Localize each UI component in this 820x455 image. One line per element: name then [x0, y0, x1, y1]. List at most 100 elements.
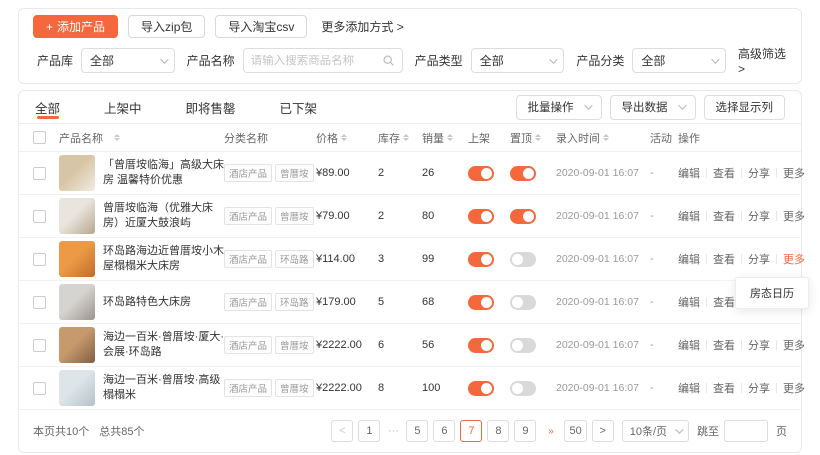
tab-listed[interactable]: 上架中: [104, 91, 142, 123]
view-link[interactable]: 查看: [713, 380, 735, 396]
page-button-50[interactable]: 50: [564, 420, 586, 442]
header-top[interactable]: 置顶: [510, 130, 532, 146]
row-checkbox[interactable]: [33, 382, 46, 395]
listed-toggle[interactable]: [468, 295, 494, 310]
import-zip-button[interactable]: 导入zip包: [128, 15, 205, 38]
top-toggle[interactable]: [510, 166, 536, 181]
header-entry-time[interactable]: 录入时间: [556, 130, 600, 146]
page-button-7-active[interactable]: 7: [460, 420, 482, 442]
top-toggle[interactable]: [510, 381, 536, 396]
product-thumbnail: [59, 198, 95, 234]
more-link[interactable]: 更多: [783, 251, 805, 267]
product-type-select[interactable]: 全部: [471, 48, 565, 73]
header-stock[interactable]: 库存: [378, 130, 400, 146]
row-checkbox[interactable]: [33, 339, 46, 352]
edit-link[interactable]: 编辑: [678, 294, 700, 310]
view-link[interactable]: 查看: [713, 208, 735, 224]
view-link[interactable]: 查看: [713, 165, 735, 181]
product-thumbnail: [59, 284, 95, 320]
activity-cell: -: [650, 253, 678, 265]
listed-toggle[interactable]: [468, 338, 494, 353]
table-row: 「曾厝垵临海」高级大床房 温馨特价优惠 酒店产品 曾厝垵 ¥89.00 2 26…: [19, 152, 801, 195]
top-toggle[interactable]: [510, 295, 536, 310]
product-library-select[interactable]: 全部: [81, 48, 175, 73]
row-checkbox[interactable]: [33, 253, 46, 266]
page-button-9[interactable]: 9: [514, 420, 536, 442]
share-link[interactable]: 分享: [748, 380, 770, 396]
product-thumbnail: [59, 241, 95, 277]
edit-link[interactable]: 编辑: [678, 251, 700, 267]
listed-toggle[interactable]: [468, 166, 494, 181]
listed-toggle[interactable]: [468, 381, 494, 396]
tab-all[interactable]: 全部: [35, 91, 60, 123]
next-page-button[interactable]: >: [592, 420, 614, 442]
top-toggle[interactable]: [510, 209, 536, 224]
row-checkbox[interactable]: [33, 296, 46, 309]
share-link[interactable]: 分享: [748, 165, 770, 181]
category-tag: 曾厝垵: [275, 164, 314, 182]
view-link[interactable]: 查看: [713, 251, 735, 267]
tab-delisted[interactable]: 已下架: [280, 91, 318, 123]
row-checkbox[interactable]: [33, 167, 46, 180]
sales-cell: 80: [422, 210, 468, 222]
view-link[interactable]: 查看: [713, 294, 735, 310]
import-taobao-csv-button[interactable]: 导入淘宝csv: [215, 15, 307, 38]
page-size-value: 10条/页: [630, 423, 667, 439]
room-calendar-menu-item[interactable]: 房态日历: [750, 288, 794, 300]
listed-toggle[interactable]: [468, 209, 494, 224]
page-button-6[interactable]: 6: [433, 420, 455, 442]
row-checkbox[interactable]: [33, 210, 46, 223]
sort-icon[interactable]: [603, 134, 609, 142]
table-row: 海边一百米·曾厝垵·厦大·会展·环岛路 酒店产品 曾厝垵 ¥2222.00 6 …: [19, 324, 801, 367]
product-category-label: 产品分类: [576, 52, 624, 69]
choose-columns-button[interactable]: 选择显示列: [704, 95, 786, 120]
edit-link[interactable]: 编辑: [678, 208, 700, 224]
page-size-select[interactable]: 10条/页: [622, 420, 689, 442]
export-data-button[interactable]: 导出数据: [610, 95, 696, 120]
prev-page-button[interactable]: <: [331, 420, 353, 442]
advanced-filter-link[interactable]: 高级筛选 >: [738, 45, 787, 76]
stock-cell: 3: [378, 253, 422, 265]
top-toggle[interactable]: [510, 252, 536, 267]
edit-link[interactable]: 编辑: [678, 380, 700, 396]
more-link[interactable]: 更多: [783, 208, 805, 224]
product-name: 海边一百米·曾厝垵·厦大·会展·环岛路: [103, 330, 224, 360]
header-product-name[interactable]: 产品名称: [59, 130, 103, 146]
share-link[interactable]: 分享: [748, 251, 770, 267]
header-sales[interactable]: 销量: [422, 130, 444, 146]
sort-icon[interactable]: [114, 134, 120, 142]
sort-icon[interactable]: [403, 134, 409, 142]
more-link[interactable]: 更多: [783, 337, 805, 353]
product-list-card: 全部 上架中 即将售罄 已下架 批量操作 导出数据 选择显示列 产品名称 分类名…: [18, 90, 802, 453]
ellipsis[interactable]: ···: [385, 425, 401, 437]
more-link[interactable]: 更多: [783, 380, 805, 396]
page-button-8[interactable]: 8: [487, 420, 509, 442]
search-icon[interactable]: [382, 54, 395, 67]
share-link[interactable]: 分享: [748, 208, 770, 224]
sort-icon[interactable]: [341, 134, 347, 142]
product-category-select[interactable]: 全部: [632, 48, 726, 73]
tab-almost-soldout[interactable]: 即将售罄: [186, 91, 236, 123]
top-toggle[interactable]: [510, 338, 536, 353]
select-all-checkbox[interactable]: [33, 131, 46, 144]
page-button-5[interactable]: 5: [406, 420, 428, 442]
page-button-1[interactable]: 1: [358, 420, 380, 442]
product-name-input[interactable]: [251, 55, 378, 67]
more-add-methods-link[interactable]: 更多添加方式 >: [321, 18, 403, 35]
edit-link[interactable]: 编辑: [678, 337, 700, 353]
header-price[interactable]: 价格: [316, 130, 338, 146]
view-link[interactable]: 查看: [713, 337, 735, 353]
sort-icon[interactable]: [447, 134, 453, 142]
sort-icon[interactable]: [535, 134, 541, 142]
bulk-actions-button[interactable]: 批量操作: [516, 95, 602, 120]
more-link[interactable]: 更多: [783, 165, 805, 181]
jump-forward-icon[interactable]: »: [541, 426, 559, 437]
sales-cell: 26: [422, 167, 468, 179]
edit-link[interactable]: 编辑: [678, 165, 700, 181]
listed-toggle[interactable]: [468, 252, 494, 267]
price-cell: ¥114.00: [316, 253, 378, 265]
jump-page-input[interactable]: [724, 420, 768, 442]
add-product-button[interactable]: + 添加产品: [33, 15, 118, 38]
share-link[interactable]: 分享: [748, 337, 770, 353]
chevron-down-icon: [584, 101, 592, 109]
